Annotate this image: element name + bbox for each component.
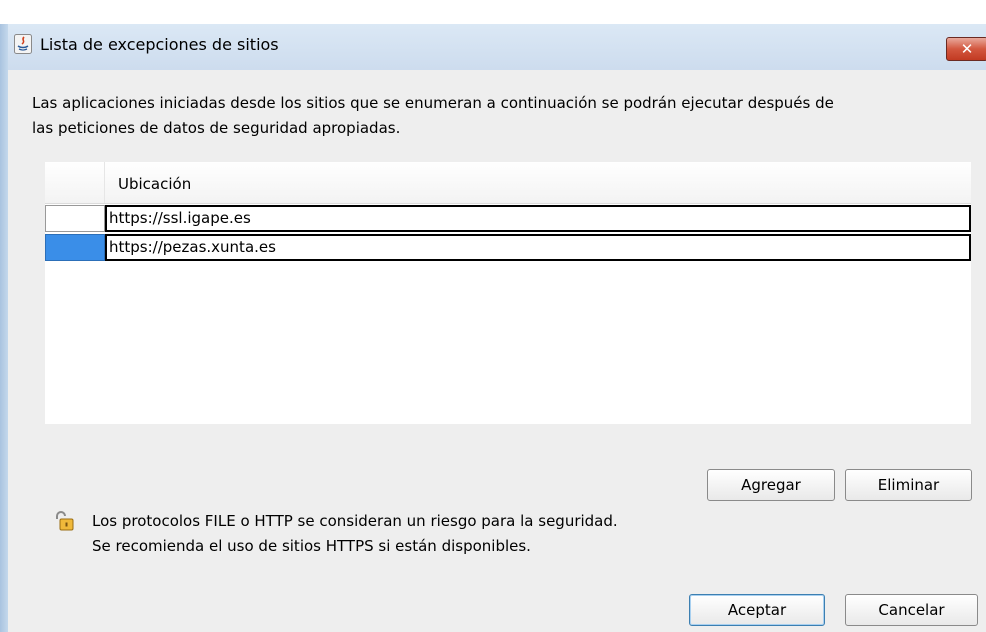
location-cell[interactable]: https://pezas.xunta.es bbox=[105, 234, 971, 261]
window-frame-left bbox=[0, 24, 8, 632]
cancel-button[interactable]: Cancelar bbox=[845, 594, 978, 626]
remove-button[interactable]: Eliminar bbox=[845, 469, 972, 501]
exceptions-table[interactable]: Ubicación https://ssl.igape.es https://p… bbox=[45, 162, 971, 424]
row-header-cell-selected[interactable] bbox=[45, 234, 105, 261]
warning-line-1: Los protocolos FILE o HTTP se consideran… bbox=[92, 512, 618, 530]
table-row[interactable]: https://ssl.igape.es bbox=[45, 205, 971, 232]
top-strip bbox=[0, 0, 986, 24]
security-warning: Los protocolos FILE o HTTP se consideran… bbox=[92, 509, 618, 559]
title-bar[interactable]: Lista de excepciones de sitios ✕ bbox=[8, 24, 986, 70]
add-button[interactable]: Agregar bbox=[707, 469, 835, 501]
description-line-2: las peticiones de datos de seguridad apr… bbox=[32, 119, 401, 137]
warning-line-2: Se recomienda el uso de sitios HTTPS si … bbox=[92, 537, 531, 555]
location-cell[interactable]: https://ssl.igape.es bbox=[105, 205, 971, 232]
table-header: Ubicación bbox=[45, 162, 971, 204]
java-icon bbox=[14, 34, 32, 54]
description-line-1: Las aplicaciones iniciadas desde los sit… bbox=[32, 94, 834, 112]
ok-button[interactable]: Aceptar bbox=[689, 594, 825, 626]
close-icon: ✕ bbox=[960, 40, 974, 58]
row-header-cell[interactable] bbox=[45, 205, 105, 232]
table-row-selected[interactable]: https://pezas.xunta.es bbox=[45, 234, 971, 261]
header-separator bbox=[104, 162, 105, 203]
column-header-location[interactable]: Ubicación bbox=[118, 175, 191, 193]
window-title: Lista de excepciones de sitios bbox=[40, 35, 279, 54]
description-text: Las aplicaciones iniciadas desde los sit… bbox=[32, 91, 972, 141]
close-button[interactable]: ✕ bbox=[946, 37, 986, 61]
unlocked-padlock-icon bbox=[56, 511, 74, 531]
